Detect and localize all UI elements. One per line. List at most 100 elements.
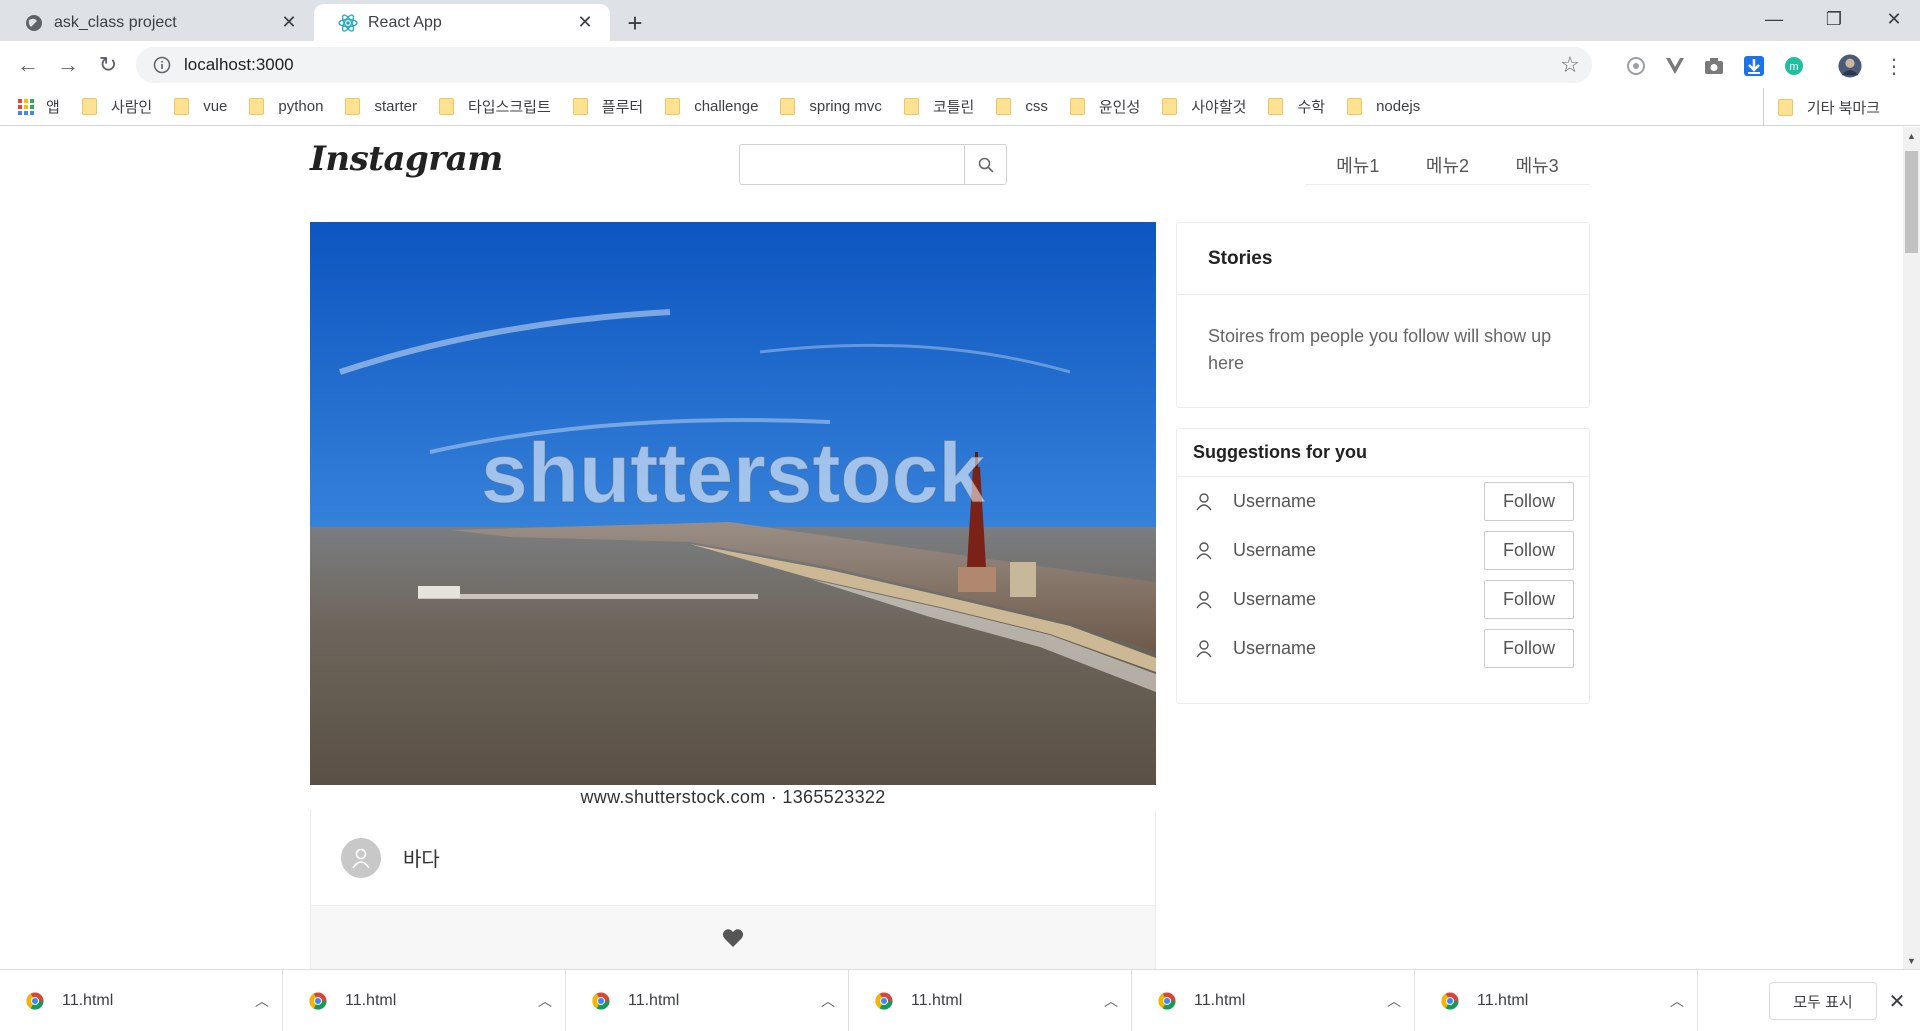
folder-icon <box>903 98 919 115</box>
new-tab-button[interactable]: + <box>620 8 650 38</box>
menu-item-3[interactable]: 메뉴3 <box>1516 152 1559 178</box>
bookmark-other-folder[interactable]: 기타 북마크 <box>1762 88 1880 126</box>
heart-icon[interactable] <box>722 928 744 948</box>
bookmark-folder[interactable]: 수학 <box>1268 96 1325 117</box>
download-bar: 11.html ︿ 11.html ︿ 11.html ︿ 11.html ︿ … <box>0 969 1920 1031</box>
scrollbar-thumb[interactable] <box>1905 151 1918 253</box>
bookmark-folder[interactable]: starter <box>345 98 417 115</box>
chevron-up-icon[interactable]: ︿ <box>1657 991 1697 1011</box>
download-item[interactable]: 11.html ︿ <box>283 970 566 1031</box>
download-manager-icon[interactable] <box>1742 54 1766 78</box>
suggestion-row: Username Follow <box>1177 575 1589 624</box>
download-item[interactable]: 11.html ︿ <box>0 970 283 1031</box>
close-tab-icon[interactable]: ✕ <box>278 12 300 34</box>
search-input[interactable] <box>740 145 964 184</box>
bookmark-folder[interactable]: 타입스크립트 <box>438 96 551 117</box>
bookmark-apps[interactable]: 앱 <box>18 96 60 117</box>
stories-card: Stories Stoires from people you follow w… <box>1176 222 1590 408</box>
instagram-logo[interactable]: Instagram <box>310 139 503 179</box>
stories-title: Stories <box>1177 223 1589 295</box>
bookmark-star-icon[interactable]: ☆ <box>1552 47 1588 83</box>
bookmark-label: vue <box>203 98 228 115</box>
follow-button[interactable]: Follow <box>1484 580 1574 619</box>
menu-item-1[interactable]: 메뉴1 <box>1336 152 1379 178</box>
folder-icon <box>1268 98 1284 115</box>
search-button[interactable] <box>964 145 1006 184</box>
bookmark-folder[interactable]: 사야할것 <box>1162 96 1246 117</box>
close-window-icon[interactable]: ✕ <box>1871 0 1917 38</box>
user-avatar-icon[interactable] <box>341 837 381 878</box>
download-filename: 11.html <box>62 991 114 1009</box>
scroll-down-icon[interactable]: ▼ <box>1903 952 1920 969</box>
reload-icon[interactable]: ↻ <box>92 49 124 81</box>
globe-icon <box>24 13 44 33</box>
follow-button[interactable]: Follow <box>1484 482 1574 521</box>
bookmark-folder[interactable]: spring mvc <box>780 98 882 115</box>
download-item[interactable]: 11.html ︿ <box>1415 970 1698 1031</box>
bookmark-label: starter <box>374 98 417 115</box>
suggestion-username[interactable]: Username <box>1233 589 1484 610</box>
chevron-up-icon[interactable]: ︿ <box>1091 991 1131 1011</box>
suggestion-username[interactable]: Username <box>1233 540 1484 561</box>
bookmark-folder[interactable]: 플루터 <box>572 96 643 117</box>
vue-devtools-icon[interactable] <box>1663 54 1687 78</box>
image-caption: www.shutterstock.com · 1365523322 <box>580 787 886 807</box>
address-bar[interactable]: localhost:3000 ☆ <box>136 47 1592 83</box>
back-icon[interactable]: ← <box>12 49 44 81</box>
download-item[interactable]: 11.html ︿ <box>1132 970 1415 1031</box>
bookmark-label: 사람인 <box>110 99 153 116</box>
download-item[interactable]: 11.html ︿ <box>849 970 1132 1031</box>
show-all-button[interactable]: 모두 표시 <box>1769 982 1877 1020</box>
bookmark-folder[interactable]: 코틀린 <box>903 96 974 117</box>
close-tab-icon[interactable]: ✕ <box>574 12 596 34</box>
bookmark-folder[interactable]: python <box>249 98 323 115</box>
camera-icon[interactable] <box>1702 54 1726 78</box>
restore-icon[interactable]: ❐ <box>1811 0 1857 38</box>
folder-icon <box>1162 98 1178 115</box>
profile-avatar-icon[interactable] <box>1838 54 1862 78</box>
folder-icon <box>81 98 97 115</box>
chevron-up-icon[interactable]: ︿ <box>808 991 848 1011</box>
folder-icon <box>1347 98 1363 115</box>
search-box <box>739 144 1007 185</box>
tab-ask-class-project[interactable]: ask_class project ✕ <box>0 4 314 41</box>
url-text: localhost:3000 <box>184 55 294 74</box>
suggestion-username[interactable]: Username <box>1233 491 1484 512</box>
chrome-file-icon <box>26 992 44 1009</box>
folder-icon <box>780 98 796 115</box>
suggestion-username[interactable]: Username <box>1233 638 1484 659</box>
close-download-bar-icon[interactable]: ✕ <box>1884 988 1910 1014</box>
bookmark-folder[interactable]: challenge <box>665 98 758 115</box>
follow-button[interactable]: Follow <box>1484 629 1574 668</box>
user-icon <box>1193 492 1215 511</box>
download-item[interactable]: 11.html ︿ <box>566 970 849 1031</box>
chevron-up-icon[interactable]: ︿ <box>1374 991 1414 1011</box>
chrome-menu-icon[interactable]: ⋮ <box>1882 54 1906 78</box>
chevron-up-icon[interactable]: ︿ <box>242 991 282 1011</box>
react-icon <box>338 13 358 33</box>
bookmark-label: python <box>278 98 324 115</box>
bookmark-folder[interactable]: 윤인성 <box>1069 96 1140 117</box>
scroll-up-icon[interactable]: ▲ <box>1903 127 1920 144</box>
download-filename: 11.html <box>1477 991 1529 1009</box>
menu-item-2[interactable]: 메뉴2 <box>1426 152 1469 178</box>
bookmark-folder[interactable]: nodejs <box>1347 98 1420 115</box>
bookmark-folder[interactable]: vue <box>174 98 227 115</box>
stories-empty-text: Stoires from people you follow will show… <box>1208 326 1552 373</box>
extension-m-icon[interactable]: m <box>1782 54 1806 78</box>
bookmark-label: 기타 북마크 <box>1806 99 1880 117</box>
top-menu: 메뉴1 메뉴2 메뉴3 <box>1305 145 1590 185</box>
chevron-up-icon[interactable]: ︿ <box>525 991 565 1011</box>
info-icon[interactable] <box>144 47 180 83</box>
tab-react-app[interactable]: React App ✕ <box>314 4 610 41</box>
page-scrollbar[interactable]: ▲ ▼ <box>1903 127 1920 969</box>
bookmark-folder[interactable]: css <box>996 98 1048 115</box>
bookmark-label: spring mvc <box>809 98 882 115</box>
suggestion-row: Username Follow <box>1177 526 1589 575</box>
bookmark-folder[interactable]: 사람인 <box>81 96 153 117</box>
extension-icon[interactable] <box>1624 54 1648 78</box>
forward-icon[interactable]: → <box>52 49 84 81</box>
minimize-icon[interactable]: — <box>1751 0 1797 38</box>
chrome-file-icon <box>309 992 327 1009</box>
follow-button[interactable]: Follow <box>1484 531 1574 570</box>
